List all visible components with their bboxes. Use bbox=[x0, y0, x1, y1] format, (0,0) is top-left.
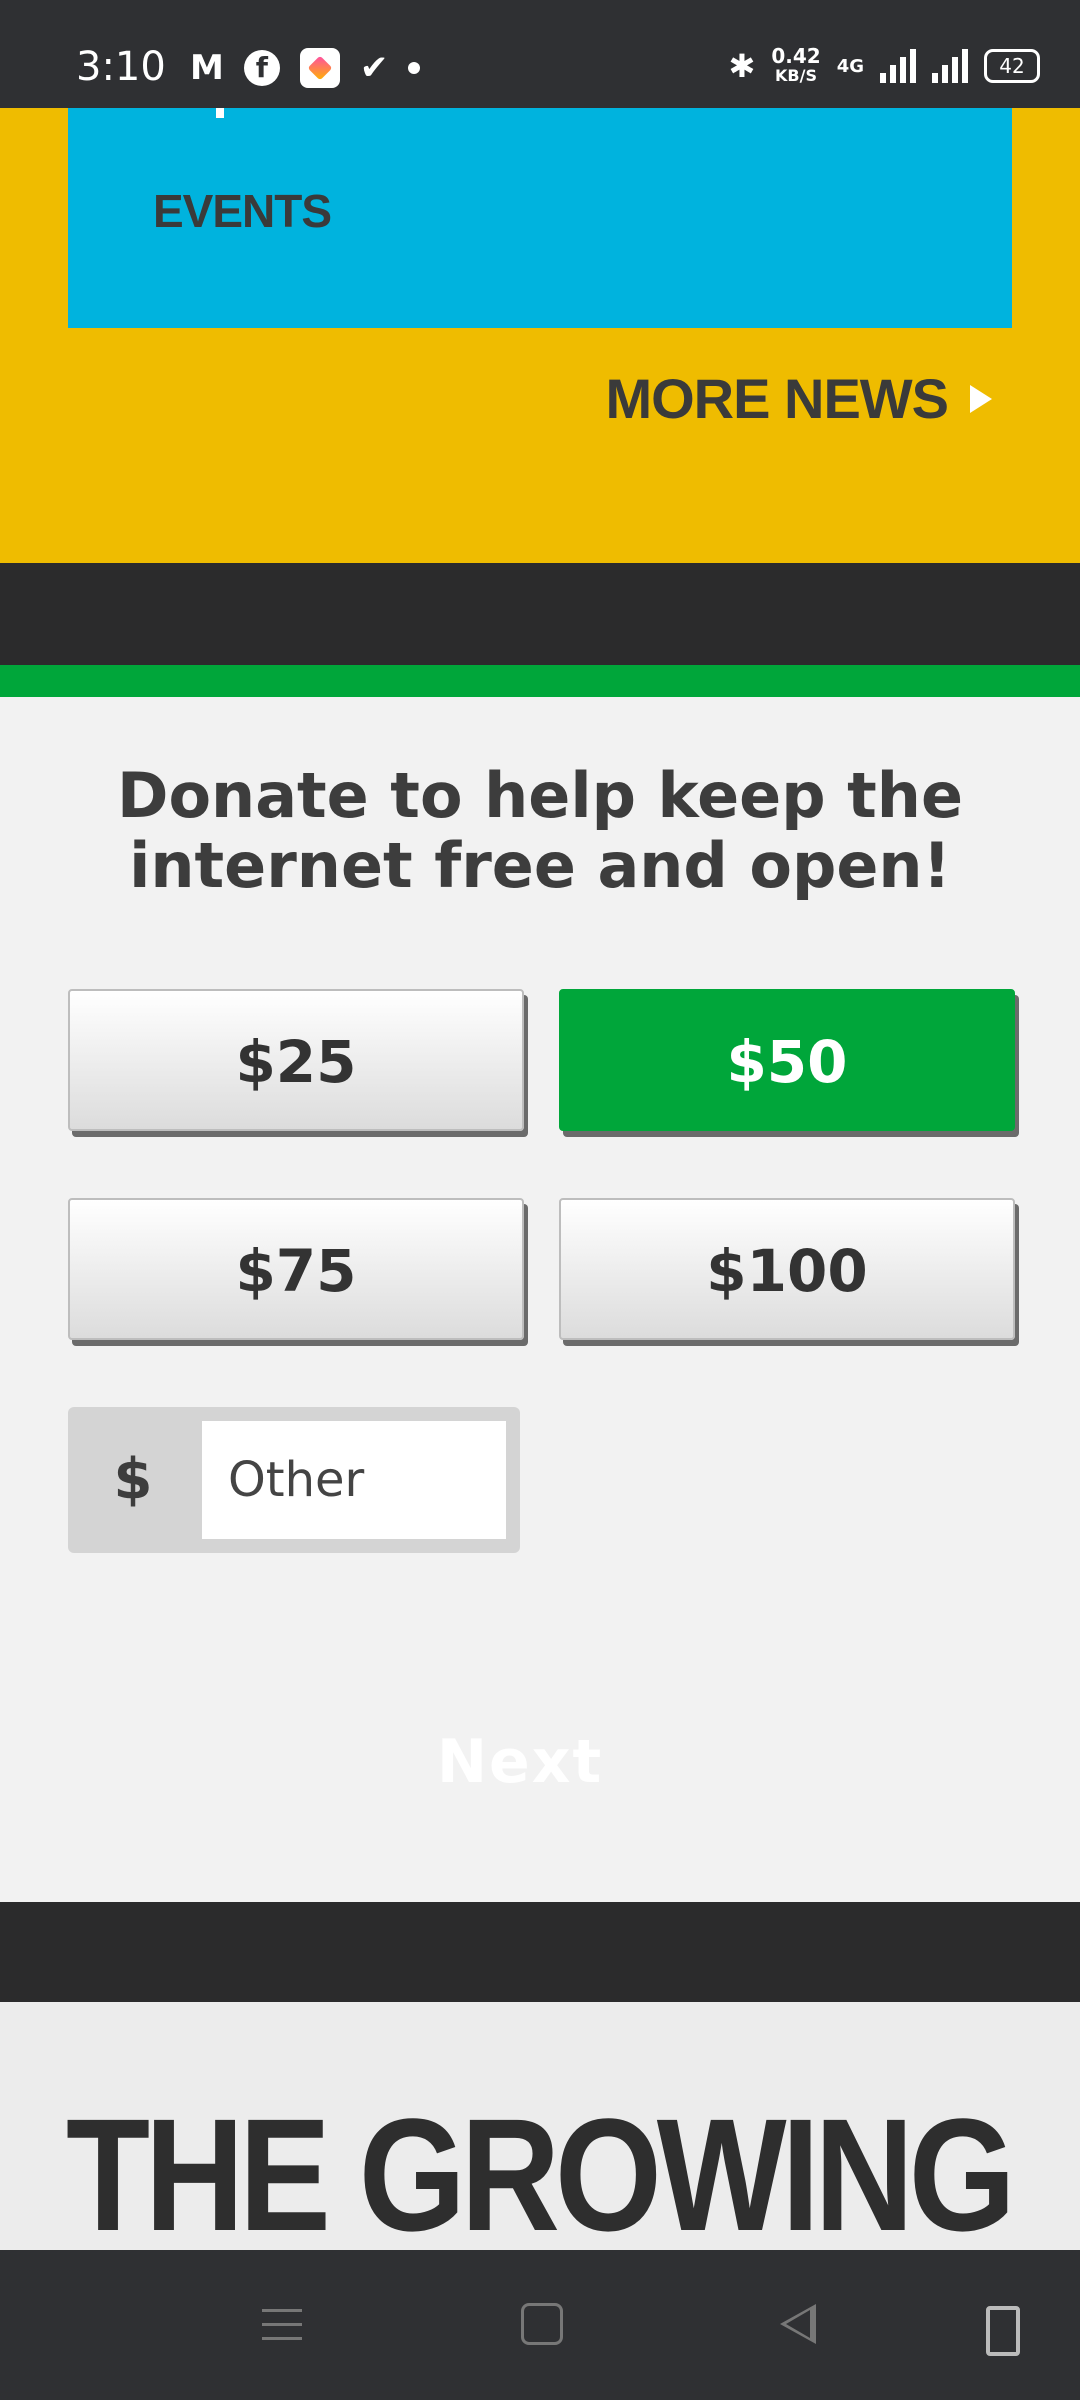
amount-50-button[interactable]: $50 bbox=[559, 989, 1015, 1131]
events-card-accent bbox=[216, 108, 224, 118]
network-speed: 0.42 KB/S bbox=[771, 46, 820, 86]
rotate-icon[interactable] bbox=[976, 2298, 1030, 2358]
menu-icon[interactable] bbox=[252, 2298, 312, 2358]
facebook-icon: f bbox=[243, 50, 280, 86]
notification-icons: M f ✔ bbox=[190, 48, 421, 88]
system-nav-bar bbox=[0, 2250, 1080, 2400]
donate-section: Donate to help keep the internet free an… bbox=[0, 697, 1080, 1902]
divider-band-top bbox=[0, 563, 1080, 665]
feature-section: THE GROWING bbox=[0, 2002, 1080, 2250]
amount-100-button[interactable]: $100 bbox=[559, 1198, 1015, 1340]
home-icon[interactable] bbox=[516, 2298, 576, 2358]
play-arrow-icon bbox=[970, 384, 992, 413]
other-amount-field: $ bbox=[68, 1407, 520, 1553]
next-button[interactable]: Next bbox=[340, 1717, 700, 1807]
divider-band-bottom bbox=[0, 1902, 1080, 2002]
network-speed-value: 0.42 bbox=[771, 44, 821, 68]
feature-title: THE GROWING bbox=[66, 2085, 1016, 2251]
battery-icon: 42 bbox=[984, 49, 1040, 83]
more-notifications-dot bbox=[408, 62, 421, 74]
status-time: 3:10 bbox=[76, 44, 166, 90]
amount-75-button[interactable]: $75 bbox=[68, 1198, 524, 1340]
events-card[interactable]: EVENTS bbox=[68, 108, 1012, 328]
signal-icon bbox=[880, 49, 916, 83]
news-section: EVENTS MORE NEWS bbox=[0, 108, 1080, 563]
more-news-label: MORE NEWS bbox=[605, 367, 949, 430]
signal-icon-2 bbox=[932, 49, 968, 83]
events-label: EVENTS bbox=[153, 185, 332, 237]
app-icon bbox=[299, 48, 340, 88]
check-icon: ✔ bbox=[359, 48, 389, 88]
currency-symbol: $ bbox=[113, 1447, 153, 1512]
amount-25-button[interactable]: $25 bbox=[68, 989, 524, 1131]
network-type: 4G bbox=[836, 55, 864, 77]
status-bar: 3:10 M f ✔ ✱ 0.42 KB/S 4G 42 bbox=[0, 0, 1080, 108]
status-right: ✱ 0.42 KB/S 4G 42 bbox=[729, 46, 1040, 86]
donate-title: Donate to help keep the internet free an… bbox=[117, 759, 963, 902]
green-accent-line bbox=[0, 665, 1080, 697]
bluetooth-icon: ✱ bbox=[728, 47, 756, 85]
gmail-icon: M bbox=[190, 48, 224, 88]
more-news-link[interactable]: MORE NEWS bbox=[605, 366, 992, 431]
back-icon[interactable] bbox=[772, 2298, 832, 2358]
other-amount-input[interactable] bbox=[202, 1421, 506, 1539]
network-speed-unit: KB/S bbox=[775, 66, 817, 85]
